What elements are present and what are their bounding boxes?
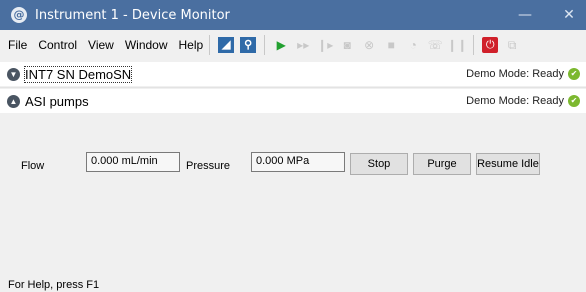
device-settings-icon[interactable]: ◢ (218, 37, 235, 53)
device-name: INT7 SN DemoSN (23, 65, 133, 83)
purge-button[interactable]: Purge (413, 153, 471, 175)
step-icon[interactable]: ❙▸ (317, 37, 333, 53)
toolbar-separator (473, 35, 475, 55)
stop-button[interactable]: Stop (350, 153, 408, 175)
menu-file[interactable]: File (8, 38, 27, 52)
status-bar: For Help, press F1 (8, 279, 100, 291)
stop-icon[interactable]: ■ (383, 37, 399, 53)
ready-check-icon: ✔ (568, 95, 580, 107)
menu-help[interactable]: Help (179, 38, 204, 52)
ready-check-icon: ✔ (568, 68, 580, 80)
camera-icon[interactable]: ◙ (339, 37, 355, 53)
minimize-button[interactable]: — (508, 0, 542, 30)
flow-field: 0.000 mL/min (86, 152, 180, 172)
power-icon[interactable]: ⏻ (482, 37, 499, 53)
menu-control[interactable]: Control (38, 38, 77, 52)
flow-label: Flow (21, 160, 45, 172)
menu-window[interactable]: Window (125, 38, 168, 52)
toolbar-separator (264, 35, 266, 55)
resume-idle-button[interactable]: Resume Idle (476, 153, 540, 175)
window-title: Instrument 1 - Device Monitor (35, 7, 230, 23)
play-icon[interactable]: ▶ (273, 37, 289, 53)
chevron-down-icon[interactable]: ▼ (7, 67, 20, 81)
device-row-asi-pumps[interactable]: ▲ ASI pumps Demo Mode: Ready ✔ (0, 89, 586, 113)
network-icon[interactable]: ⧉ (504, 37, 520, 53)
device-row-int7[interactable]: ▼ INT7 SN DemoSN Demo Mode: Ready ✔ (0, 62, 586, 86)
pressure-field: 0.000 MPa (251, 152, 345, 172)
close-button[interactable]: ✕ (552, 0, 586, 30)
device-status: Demo Mode: Ready (466, 95, 564, 107)
pause-icon[interactable]: ❙❙ (447, 37, 467, 53)
pressure-label: Pressure (186, 160, 231, 172)
app-icon: @ (11, 7, 27, 23)
sample-icon[interactable]: ⚲ (240, 37, 257, 53)
title-bar: @ Instrument 1 - Device Monitor — ✕ (0, 0, 586, 30)
toolbar-separator (209, 35, 211, 55)
device-name: ASI pumps (25, 93, 89, 109)
row-divider (0, 87, 586, 88)
chevron-up-icon[interactable]: ▲ (7, 94, 20, 108)
cancel-icon[interactable]: ⊗ (361, 37, 377, 53)
menu-view[interactable]: View (88, 38, 114, 52)
device-status: Demo Mode: Ready (466, 68, 564, 80)
phone-icon[interactable]: ☏ (427, 37, 443, 53)
menu-bar: File Control View Window Help ◢ ⚲ ▶ ▸▸ ❙… (0, 30, 586, 60)
pressure-icon[interactable]: ◔ (405, 37, 421, 53)
fast-forward-icon[interactable]: ▸▸ (295, 37, 311, 53)
